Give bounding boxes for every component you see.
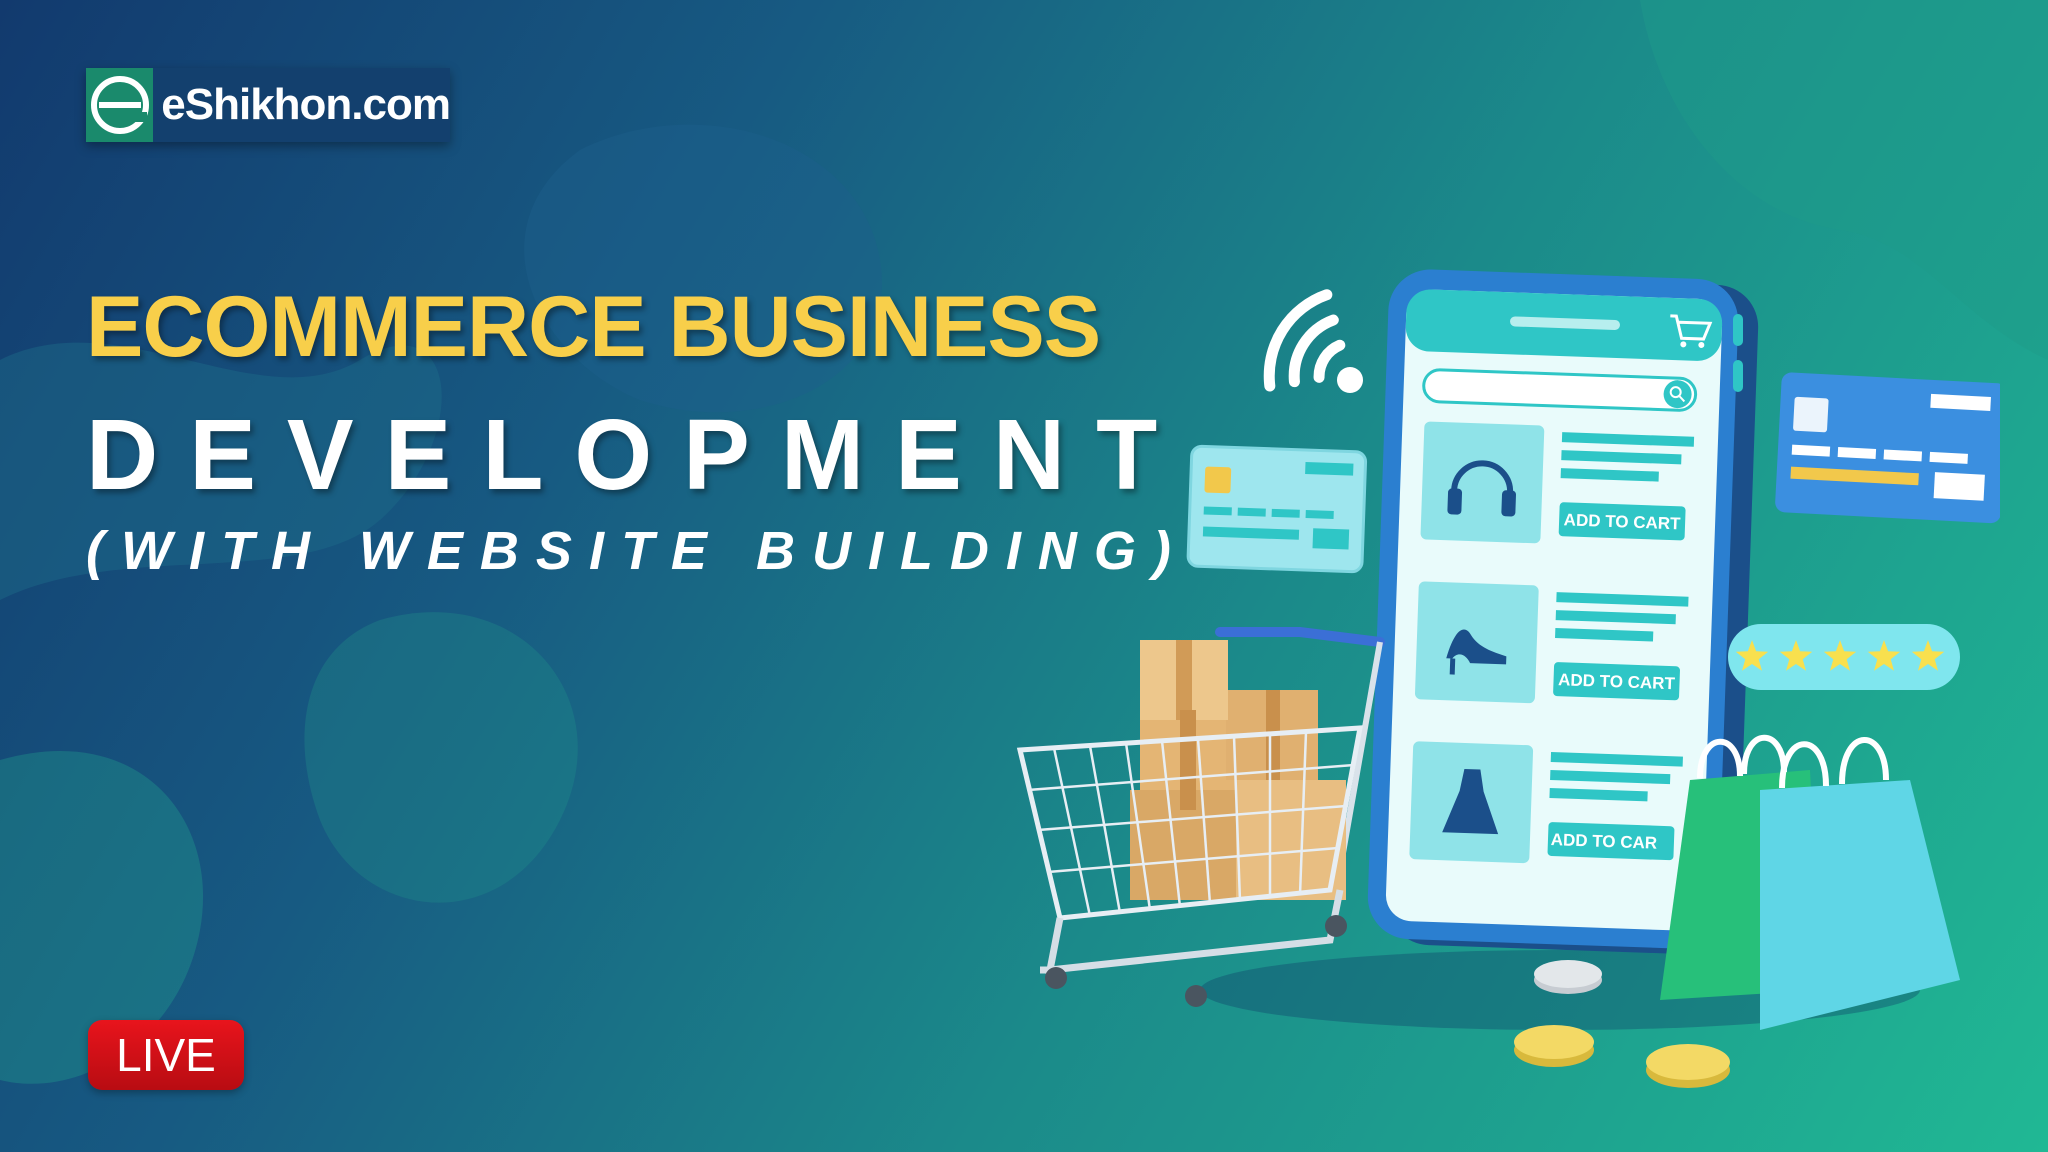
coin-icon (1534, 960, 1602, 994)
ecommerce-illustration: ADD TO CART ADD TO CART ADD TO CAR (1016, 269, 2000, 1088)
add-to-cart-label: ADD TO CAR (1550, 830, 1657, 853)
rating-stars (1728, 624, 1960, 690)
brand-logo[interactable]: eShikhon.com (86, 68, 451, 142)
logo-text: eShikhon.com (161, 80, 451, 129)
credit-card-icon (1186, 444, 1368, 574)
wifi-icon (1263, 289, 1363, 393)
banner: eShikhon.com ECOMMERCE BUSINESS DEVELOPM… (0, 0, 2048, 1152)
coin-icon (1514, 1025, 1594, 1067)
live-badge[interactable]: LIVE (88, 1020, 244, 1090)
logo-e-icon (86, 68, 154, 142)
shopping-cart-icon (1016, 627, 1385, 1007)
credit-card-icon (1775, 372, 2000, 524)
title-line-1: ECOMMERCE BUSINESS (86, 279, 1101, 375)
coin-icon (1646, 1044, 1730, 1088)
